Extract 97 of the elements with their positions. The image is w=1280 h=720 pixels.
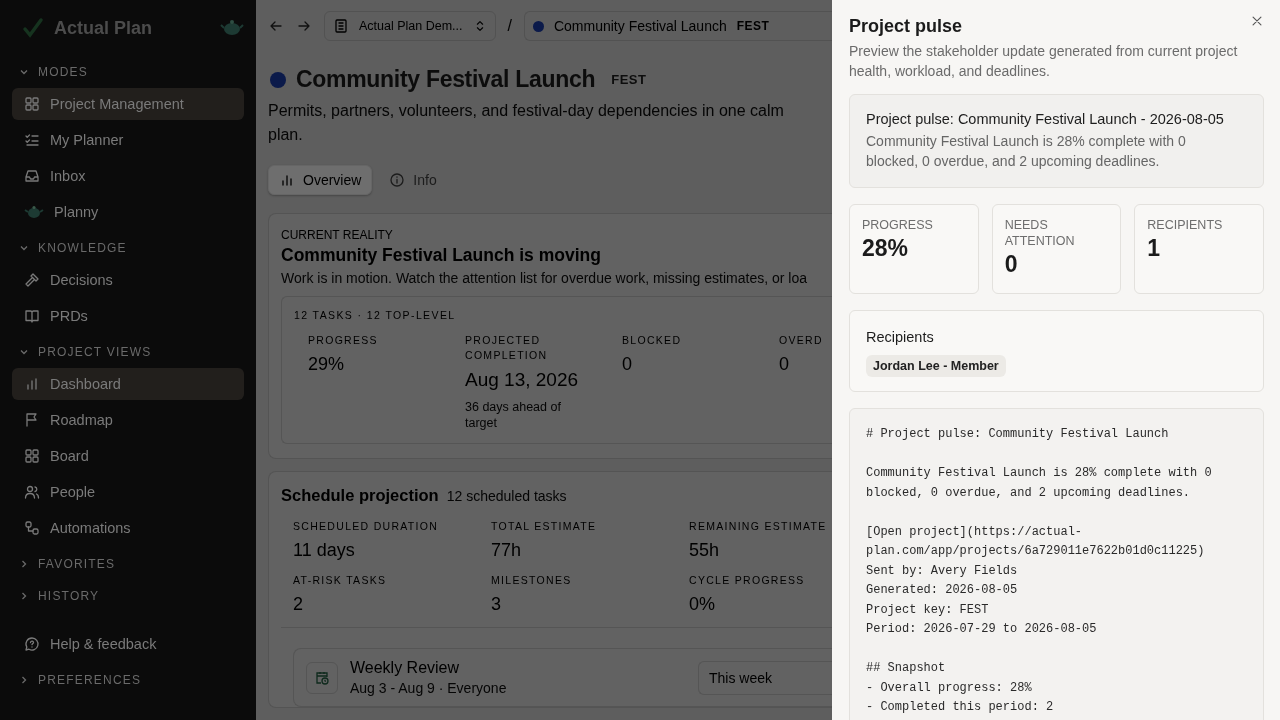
section-header[interactable]: KNOWLEDGE [12, 232, 244, 264]
markdown-line: Sent by: Avery Fields [866, 562, 1019, 580]
metric-value: 2 [293, 594, 304, 615]
stat-value: 0 [1004, 251, 1019, 278]
workspace-selector[interactable]: Actual Plan Dem... [324, 11, 496, 41]
metric-label: MILESTONES [491, 573, 573, 588]
stat-label: NEEDS ATTENTION [1004, 217, 1076, 249]
sidebar-item[interactable]: Inbox [12, 160, 244, 192]
metric-label: TOTAL ESTIMATE [491, 519, 598, 534]
metric-value: 3 [491, 594, 502, 615]
section-header[interactable]: PREFERENCES [12, 664, 244, 696]
teapot-icon [24, 204, 44, 220]
help-chat-icon [24, 636, 40, 652]
project-key: FEST [611, 72, 647, 87]
metric-label: PROGRESS [308, 333, 379, 348]
review-subtitle: Aug 3 - Aug 9 · Everyone [350, 680, 507, 696]
markdown-line: ## Snapshot [866, 660, 947, 677]
section-header[interactable]: PROJECT VIEWS [12, 336, 244, 368]
sidebar-item[interactable]: PRDs [12, 300, 244, 332]
card-title: Community Festival Launch is moving [281, 245, 602, 266]
summary-text: Community Festival Launch is 28% complete with 0 blocked, 0 overdue, and 2 upcoming deadlines. [866, 132, 1187, 171]
section-header[interactable]: MODES [12, 56, 244, 88]
grid-icon [24, 448, 40, 464]
sidebar-item[interactable]: Decisions [12, 264, 244, 296]
drawer-title: Project pulse [849, 16, 963, 37]
tab[interactable]: Overview [268, 165, 373, 195]
markdown-line: Period: 2026-07-29 to 2026-08-05 [866, 621, 1098, 638]
project-breadcrumb[interactable]: Community Festival Launch FEST [523, 11, 832, 41]
stat-label: PROGRESS [862, 217, 934, 233]
metric-value: 29% [308, 354, 346, 375]
metric-label: AT-RISK TASKS [293, 573, 388, 588]
section-header[interactable]: FAVORITES [12, 548, 244, 580]
task-count: 12 TASKS · 12 TOP-LEVEL [294, 309, 457, 321]
metric-note: 36 days ahead of target [465, 399, 562, 431]
metric-value: Aug 13, 2026 [465, 369, 580, 391]
summary-title: Project pulse: Community Festival Launch - 2026-08-05 [866, 111, 1225, 127]
markdown-line: - Completed this period: 2 [866, 699, 1055, 716]
sidebar-item[interactable]: Board [12, 440, 244, 472]
sidebar-item[interactable]: Project Management [12, 88, 244, 120]
markdown-line: - Overall progress: 28% [866, 679, 1033, 697]
range-select[interactable]: This week [697, 660, 832, 695]
calendar-clock-icon [306, 661, 338, 694]
metric-value: 77h [491, 540, 523, 561]
markdown-line: Project key: FEST [866, 601, 990, 619]
stat-label: RECIPIENTS [1147, 217, 1224, 233]
stat-value: 28% [862, 235, 910, 262]
section-header[interactable]: HISTORY [12, 580, 244, 612]
inbox-icon [24, 168, 40, 184]
scheduled-count: 12 scheduled tasks [446, 488, 567, 504]
checklist-icon [24, 132, 40, 148]
markdown-line: # Project pulse: Community Festival Launch [866, 426, 1170, 443]
check-logo-icon [22, 17, 44, 39]
sidebar-item[interactable]: Planny [12, 196, 244, 228]
card-text: Work is in motion. Watch the attention list for overdue work, missing estimates, or loa [281, 270, 808, 286]
sidebar-item[interactable]: My Planner [12, 124, 244, 156]
review-title: Weekly Review [350, 659, 461, 677]
sidebar-item[interactable]: Help & feedback [12, 628, 244, 660]
app-name: Actual Plan [54, 17, 154, 39]
metric-label: PROJECTED COMPLETION [465, 333, 549, 363]
metric-label: REMAINING ESTIMATE [689, 519, 828, 534]
sidebar-item[interactable]: People [12, 476, 244, 508]
drawer-description: Preview the stakeholder update generated from current project health, workload, and deadlines. [849, 42, 1239, 81]
metric-label: OVERD [779, 333, 824, 348]
markdown-line: Generated: 2026-08-05 [866, 582, 1019, 599]
recipient-chip: Jordan Lee - Member [866, 355, 1006, 377]
building-icon [333, 18, 349, 34]
info-icon [389, 172, 406, 188]
project-description: Permits, partners, volunteers, and festival-day dependencies in one calm plan. [268, 101, 785, 145]
breadcrumb-separator: / [507, 17, 512, 35]
metric-label: CYCLE PROGRESS [689, 573, 806, 588]
metric-value: 0% [689, 594, 716, 615]
bar-chart-icon [24, 376, 40, 392]
workflow-icon [24, 520, 40, 536]
sidebar-item[interactable]: Dashboard [12, 368, 244, 400]
metric-label: SCHEDULED DURATION [293, 519, 440, 534]
section-title: Schedule projection [281, 486, 439, 505]
card-eyebrow: CURRENT REALITY [281, 228, 394, 242]
book-icon [24, 308, 40, 324]
teapot-icon [220, 18, 244, 38]
grid-icon [24, 96, 40, 112]
metric-value: 0 [622, 354, 633, 375]
markdown-line: Community Festival Launch is 28% complete with 0 blocked, 0 overdue, and 2 upcoming deadlines. [866, 465, 1213, 502]
markdown-line: [Open project](https://actual-plan.com/app/projects/6a729011e7622b01d0c11225) [866, 523, 1206, 560]
sidebar-item[interactable]: Automations [12, 512, 244, 544]
metric-label: BLOCKED [622, 333, 683, 348]
metric-value: 0 [779, 354, 790, 375]
page-title: Community Festival Launch [296, 66, 596, 93]
recipients-title: Recipients [866, 329, 935, 345]
metric-value: 55h [689, 540, 721, 561]
project-dot [270, 71, 286, 88]
stat-value: 1 [1147, 235, 1162, 262]
gavel-icon [24, 272, 40, 288]
people-icon [24, 484, 40, 500]
close-icon [1250, 14, 1264, 28]
tab[interactable]: Info [378, 165, 448, 195]
sidebar-item[interactable]: Roadmap [12, 404, 244, 436]
metric-value: 11 days [293, 540, 356, 561]
